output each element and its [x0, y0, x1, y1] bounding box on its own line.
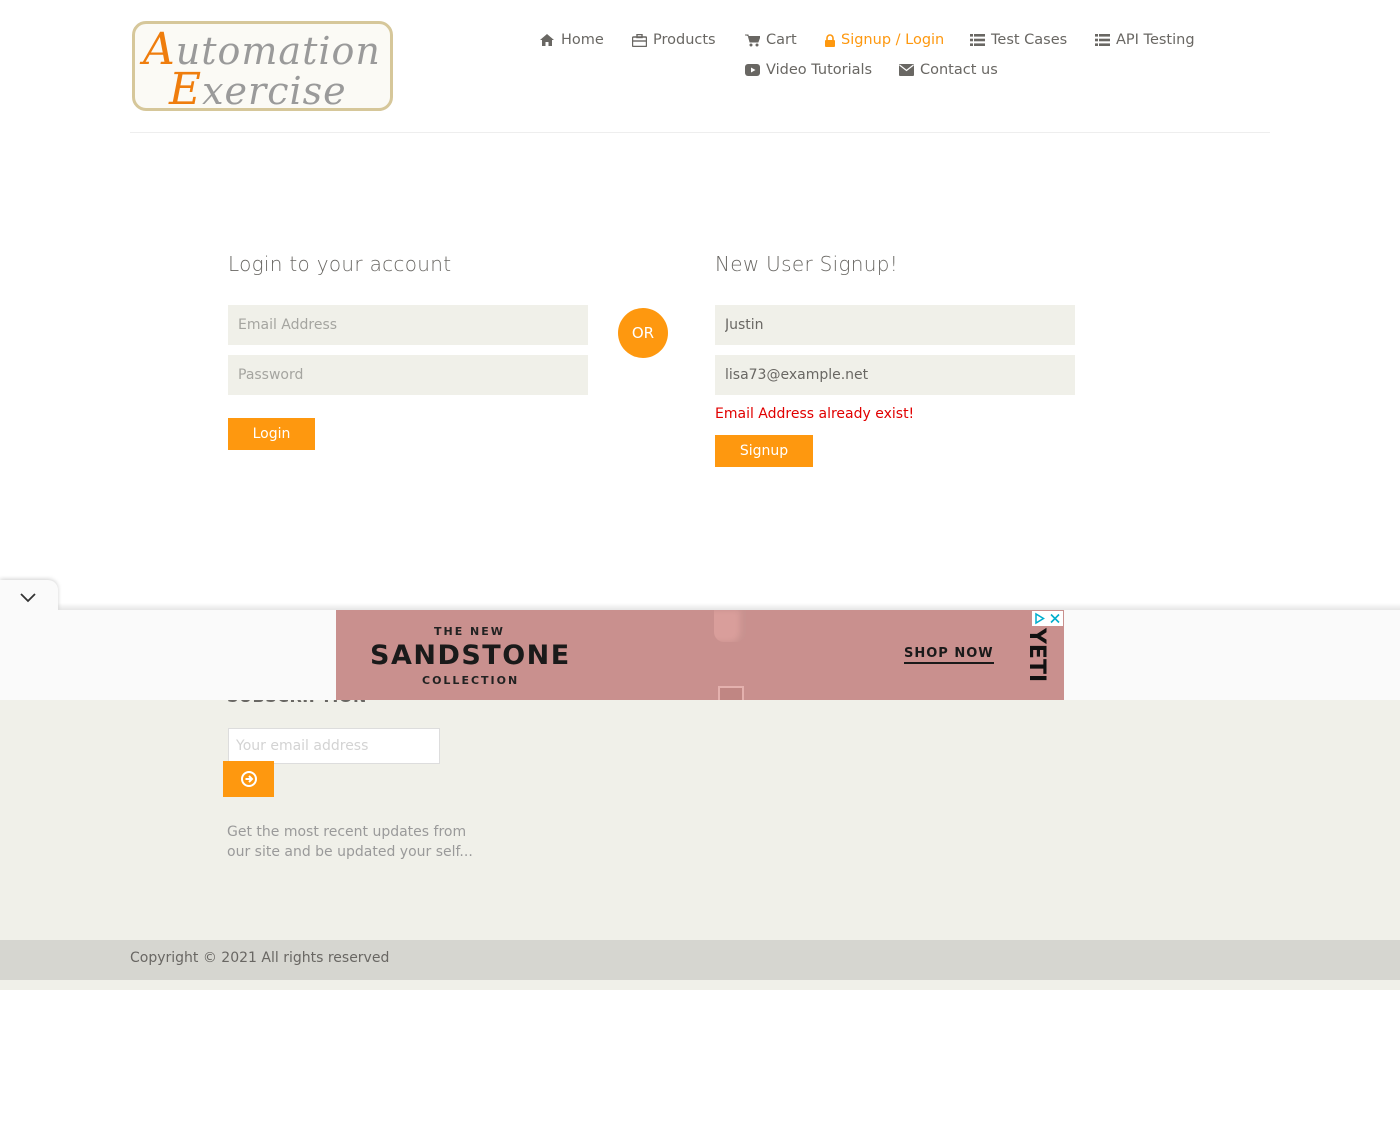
- ad-the-new: THE NEW: [434, 625, 505, 638]
- or-badge: OR: [618, 308, 668, 358]
- adchoices-icon[interactable]: [1032, 611, 1047, 626]
- list-icon: [970, 34, 986, 46]
- nav-cart[interactable]: Cart: [745, 30, 797, 50]
- subscription-email-input[interactable]: [228, 728, 440, 764]
- copyright-text: Copyright © 2021 All rights reserved: [130, 950, 390, 966]
- arrow-circle-right-icon: [240, 771, 257, 787]
- signup-error-message: Email Address already exist!: [715, 406, 915, 422]
- list-icon: [1095, 34, 1111, 46]
- nav-video-tutorials[interactable]: Video Tutorials: [745, 60, 872, 80]
- chevron-down-icon: [20, 589, 36, 603]
- ad-product-mug: [718, 686, 744, 700]
- footer-widget: [0, 700, 1400, 940]
- ad-headline: SANDSTONE: [370, 640, 571, 671]
- signup-email-input[interactable]: [715, 355, 1075, 395]
- logo-cap-e: E: [169, 64, 203, 111]
- logo-line-2: Exercise: [169, 64, 347, 111]
- ad-subline: COLLECTION: [422, 674, 520, 687]
- nav-products-label: Products: [653, 32, 716, 48]
- ad-shop-now[interactable]: SHOP NOW: [904, 646, 994, 664]
- nav-signup-login-label: Signup / Login: [841, 32, 945, 48]
- envelope-icon: [899, 64, 915, 76]
- site-header: Automation Exercise Home Products Cart S…: [0, 0, 1400, 133]
- briefcase-icon: [632, 33, 648, 47]
- subscribe-button[interactable]: [223, 761, 274, 797]
- cart-icon: [745, 34, 761, 47]
- login-button[interactable]: Login: [228, 418, 315, 450]
- nav-products[interactable]: Products: [632, 30, 716, 50]
- login-password-input[interactable]: [228, 355, 588, 395]
- ad-product-tumbler: [714, 610, 746, 642]
- site-logo[interactable]: Automation Exercise: [132, 21, 393, 111]
- close-icon[interactable]: [1047, 611, 1063, 626]
- nav-api-testing-label: API Testing: [1116, 32, 1195, 48]
- nav-home[interactable]: Home: [540, 30, 604, 50]
- logo-word-2: xercise: [202, 69, 347, 111]
- nav-video-tutorials-label: Video Tutorials: [766, 62, 873, 78]
- lock-icon: [825, 33, 836, 47]
- nav-test-cases-label: Test Cases: [991, 32, 1068, 48]
- ad-brand-logo: YETI: [1024, 627, 1049, 682]
- header-divider: [130, 132, 1270, 133]
- signup-button[interactable]: Signup: [715, 435, 813, 467]
- ad-banner[interactable]: THE NEW SANDSTONE COLLECTION SHOP NOW YE…: [336, 610, 1064, 700]
- nav-api-testing[interactable]: API Testing: [1095, 30, 1195, 50]
- bottom-strip: [0, 980, 1400, 990]
- nav-home-label: Home: [561, 32, 604, 48]
- ad-brand-text: YETI: [1024, 627, 1049, 682]
- home-icon: [540, 34, 556, 46]
- subscription-description: Get the most recent updates from our sit…: [227, 824, 473, 860]
- nav-contact-us-label: Contact us: [920, 62, 998, 78]
- nav-contact-us[interactable]: Contact us: [899, 60, 998, 80]
- signup-title: New User Signup!: [715, 252, 899, 276]
- ad-collapse-toggle[interactable]: [0, 580, 58, 610]
- signup-name-input[interactable]: [715, 305, 1075, 345]
- nav-test-cases[interactable]: Test Cases: [970, 30, 1067, 50]
- nav-signup-login[interactable]: Signup / Login: [825, 30, 944, 50]
- youtube-play-icon: [745, 64, 761, 76]
- login-title: Login to your account: [228, 252, 452, 276]
- nav-cart-label: Cart: [766, 32, 797, 48]
- login-email-input[interactable]: [228, 305, 588, 345]
